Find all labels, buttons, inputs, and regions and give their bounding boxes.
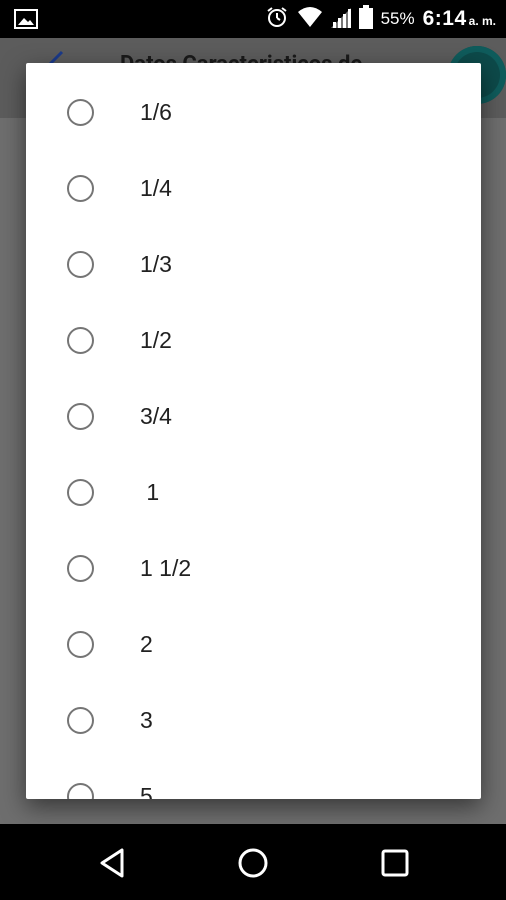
radio-button[interactable] <box>67 403 94 430</box>
option-item[interactable]: 3 <box>26 685 481 761</box>
option-item[interactable]: 1 1/2 <box>26 533 481 609</box>
radio-button[interactable] <box>67 251 94 278</box>
navigation-bar <box>0 824 506 900</box>
option-label: 1/4 <box>140 175 172 201</box>
option-item[interactable]: 1 <box>26 457 481 533</box>
radio-button[interactable] <box>67 555 94 582</box>
battery-percent: 55% <box>380 9 415 28</box>
radio-button[interactable] <box>67 783 94 799</box>
option-label: 5 <box>140 783 153 799</box>
radio-button[interactable] <box>67 479 94 506</box>
option-item[interactable]: 2 <box>26 609 481 685</box>
selection-dialog: 1/6 1/4 1/3 1/2 3/4 1 1 1/2 2 3 5 <box>26 63 481 799</box>
clock-time: 6:14 <box>422 7 467 30</box>
option-label: 1 1/2 <box>140 555 192 581</box>
battery-icon <box>358 5 373 33</box>
option-item[interactable]: 3/4 <box>26 381 481 457</box>
option-label: 1 <box>140 479 160 505</box>
option-item[interactable]: 1/4 <box>26 153 481 229</box>
image-notification-icon <box>14 9 38 29</box>
wifi-icon <box>297 6 323 32</box>
option-label: 3 <box>140 707 153 733</box>
radio-button[interactable] <box>67 175 94 202</box>
option-item[interactable]: 1/2 <box>26 305 481 381</box>
radio-button[interactable] <box>67 99 94 126</box>
option-item[interactable]: 5 <box>26 761 481 799</box>
option-label: 1/3 <box>140 251 172 277</box>
radio-button[interactable] <box>67 707 94 734</box>
option-label: 1/6 <box>140 99 172 125</box>
home-circle-icon[interactable] <box>236 846 270 880</box>
option-item[interactable]: 1/6 <box>26 77 481 153</box>
recents-square-icon[interactable] <box>378 846 412 880</box>
signal-icon <box>330 6 351 32</box>
option-label: 2 <box>140 631 153 657</box>
radio-button[interactable] <box>67 327 94 354</box>
status-bar: 55% 6:14 a. m. <box>0 0 506 38</box>
option-label: 3/4 <box>140 403 172 429</box>
option-label: 1/2 <box>140 327 172 353</box>
back-triangle-icon[interactable] <box>96 846 130 880</box>
clock-ampm: a. m. <box>468 14 496 28</box>
radio-button[interactable] <box>67 631 94 658</box>
option-item[interactable]: 1/3 <box>26 229 481 305</box>
alarm-icon <box>265 5 289 33</box>
